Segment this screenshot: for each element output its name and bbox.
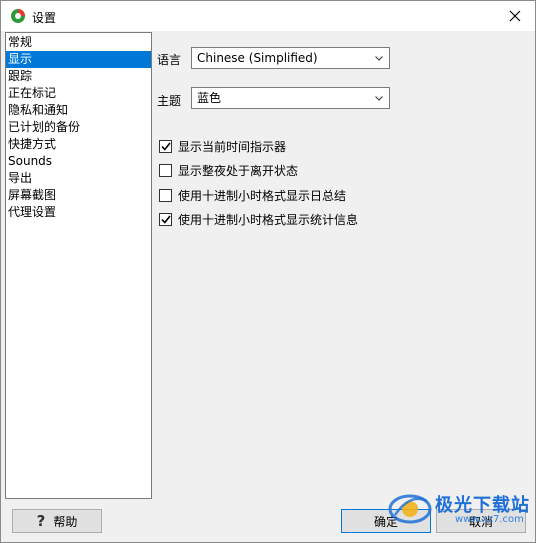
help-button-label: 帮助 (53, 514, 78, 529)
question-mark-icon: ? (36, 512, 46, 530)
ok-button[interactable]: 确定 (341, 509, 431, 533)
help-button[interactable]: ? 帮助 (12, 509, 102, 533)
sidebar-item-privacy[interactable]: 隐私和通知 (6, 102, 151, 119)
language-value: Chinese (Simplified) (197, 51, 318, 65)
checkbox[interactable] (159, 188, 172, 202)
sidebar-item-proxy[interactable]: 代理设置 (6, 204, 151, 221)
close-button[interactable] (495, 1, 535, 31)
window-title: 设置 (32, 11, 57, 25)
option-show-overnight-away[interactable]: 显示整夜处于离开状态 (159, 162, 298, 178)
option-decimal-daily-summary[interactable]: 使用十进制小时格式显示日总结 (159, 187, 346, 203)
sidebar-item-sounds[interactable]: Sounds (6, 153, 151, 170)
cancel-button-label: 取消 (468, 514, 493, 529)
checkmark-icon (160, 142, 171, 151)
sidebar-item-display[interactable]: 显示 (6, 51, 151, 68)
language-label: 语言 (157, 53, 182, 67)
option-show-time-indicator[interactable]: 显示当前时间指示器 (159, 138, 286, 154)
chevron-down-icon (373, 88, 385, 108)
title-bar: 设置 (1, 1, 535, 31)
sidebar-item-tagging[interactable]: 正在标记 (6, 85, 151, 102)
checkbox[interactable] (159, 212, 172, 226)
ok-button-label: 确定 (373, 514, 398, 529)
sidebar-item-screenshots[interactable]: 屏幕截图 (6, 187, 151, 204)
language-select[interactable]: Chinese (Simplified) (191, 47, 390, 69)
checkbox[interactable] (159, 139, 172, 153)
cancel-button[interactable]: 取消 (436, 509, 526, 533)
sidebar-item-shortcuts[interactable]: 快捷方式 (6, 136, 151, 153)
theme-value: 蓝色 (197, 91, 222, 105)
sidebar-item-export[interactable]: 导出 (6, 170, 151, 187)
settings-nav-list: 常规 显示 跟踪 正在标记 隐私和通知 已计划的备份 快捷方式 Sounds 导… (5, 32, 152, 499)
close-icon (509, 10, 521, 22)
display-settings-panel: 语言 Chinese (Simplified) 主题 蓝色 显示当前时间指示器 … (152, 32, 536, 499)
chevron-down-icon (373, 48, 385, 68)
app-logo-icon (11, 9, 25, 23)
sidebar-item-general[interactable]: 常规 (6, 34, 151, 51)
option-label: 显示整夜处于离开状态 (178, 163, 299, 178)
sidebar-item-tracking[interactable]: 跟踪 (6, 68, 151, 85)
settings-window: 设置 常规 显示 跟踪 正在标记 隐私和通知 已计划的备份 快捷方式 Sound… (0, 0, 536, 543)
option-label: 使用十进制小时格式显示日总结 (178, 188, 347, 203)
option-label: 使用十进制小时格式显示统计信息 (178, 212, 359, 227)
sidebar-item-scheduled-backup[interactable]: 已计划的备份 (6, 119, 151, 136)
theme-label: 主题 (157, 94, 182, 108)
checkbox[interactable] (159, 163, 172, 177)
checkmark-icon (160, 215, 171, 224)
option-decimal-statistics[interactable]: 使用十进制小时格式显示统计信息 (159, 211, 358, 227)
theme-select[interactable]: 蓝色 (191, 87, 390, 109)
option-label: 显示当前时间指示器 (178, 139, 287, 154)
